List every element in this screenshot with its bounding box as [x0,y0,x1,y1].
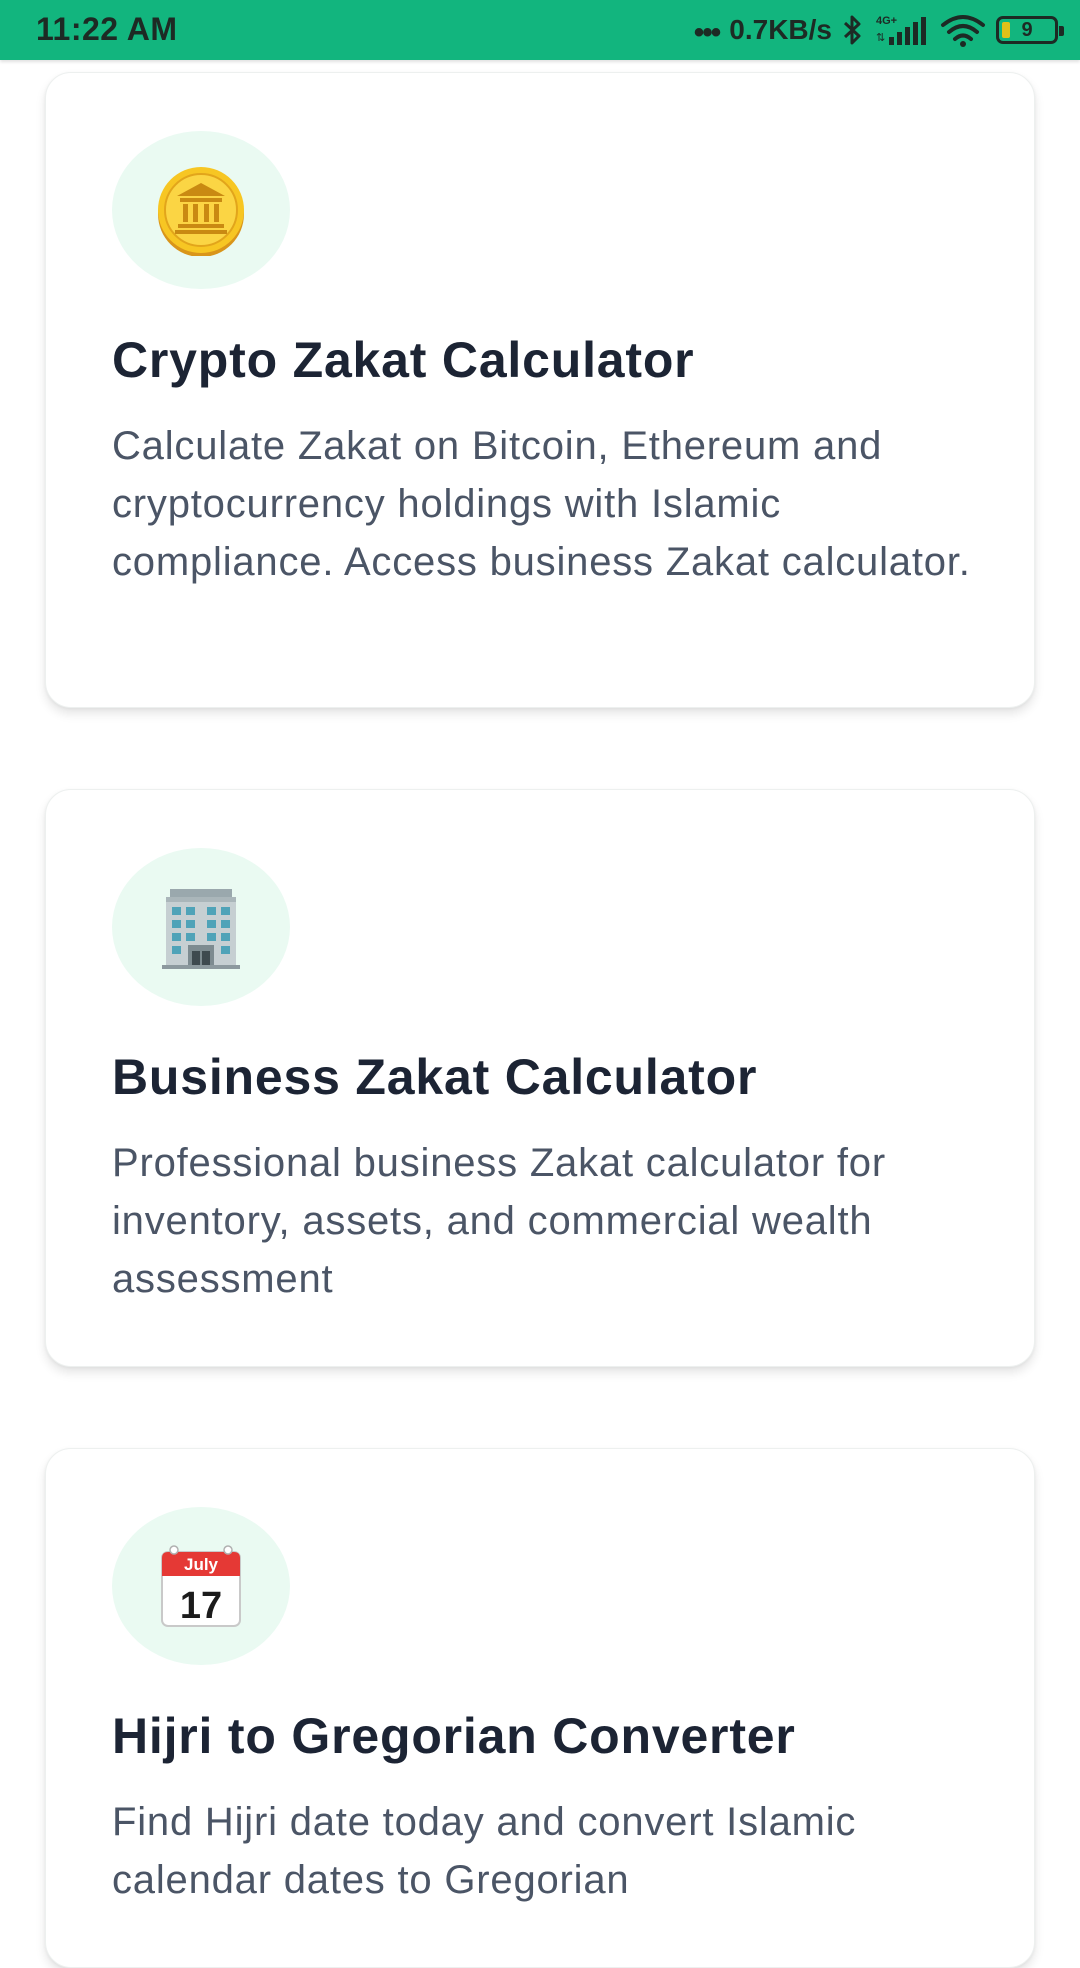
card-icon-circle [112,848,290,1006]
battery-fill [1002,22,1010,38]
battery-level: 9 [1021,18,1033,41]
data-arrows-icon: ⇅ [876,32,885,44]
network-type-label: 4G+ [876,15,897,27]
card-icon-circle: July 17 [112,1507,290,1665]
signal-icon: 4G+ ⇅ [876,15,926,45]
battery-icon: 9 [996,16,1064,44]
status-icons: ••• 0.7KB/s 4G+ ⇅ 9 [693,0,1064,60]
crypto-zakat-card[interactable]: Crypto Zakat Calculator Calculate Zakat … [45,72,1035,708]
notification-dots: ••• [693,16,721,49]
wifi-icon [941,15,985,47]
bank-coin-icon [158,167,244,256]
network-speed: 0.7KB/s [729,14,832,45]
calendar-day: 17 [180,1585,222,1627]
office-building-icon [162,889,240,969]
calendar-icon: July 17 [161,1545,241,1627]
card-title: Crypto Zakat Calculator [112,332,695,388]
card-description: Find Hijri date today and convert Islami… [112,1800,857,1902]
card-description: Calculate Zakat on Bitcoin, Ethereum and… [112,424,971,584]
card-title: Business Zakat Calculator [112,1049,758,1105]
hijri-converter-card[interactable]: July 17 Hijri to Gregorian Converter Fin… [45,1448,1035,1968]
business-zakat-card[interactable]: Business Zakat Calculator Professional b… [45,789,1035,1367]
card-icon-circle [112,131,290,289]
calendar-month: July [184,1555,219,1574]
card-description: Professional business Zakat calculator f… [112,1141,886,1301]
status-bar: 11:22 AM ••• 0.7KB/s 4G+ ⇅ 9 [0,0,1080,60]
card-title: Hijri to Gregorian Converter [112,1708,796,1764]
status-time: 11:22 AM [36,11,178,47]
bluetooth-icon [843,15,861,45]
